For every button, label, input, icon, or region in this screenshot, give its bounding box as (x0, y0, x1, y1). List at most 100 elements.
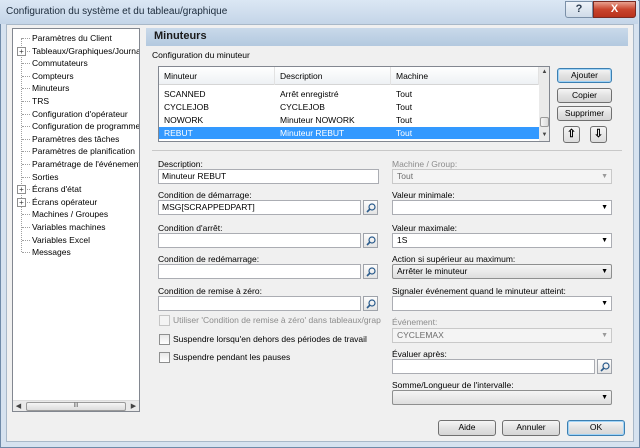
scroll-thumb[interactable]: III (26, 402, 126, 411)
tree-horizontal-scrollbar[interactable]: ◀ III ▶ (13, 400, 139, 411)
min-value-select[interactable]: ▼ (392, 200, 612, 215)
tree-item[interactable]: Tableaux/Graphiques/Journal (32, 45, 139, 57)
stop-condition-input[interactable] (158, 233, 361, 248)
tree-item[interactable]: Configuration de programme (32, 120, 139, 132)
restart-condition-label: Condition de redémarrage: (158, 254, 260, 264)
restart-condition-browse-button[interactable] (363, 264, 378, 279)
tree-connector-line (22, 113, 30, 115)
table-row[interactable]: CYCLEJOB CYCLEJOB Tout (159, 101, 539, 113)
help-button[interactable]: Aide (438, 420, 496, 436)
tree-connector-line (21, 38, 22, 253)
table-row[interactable]: REBUT Minuteur REBUT Tout (159, 127, 539, 139)
table-row[interactable]: SCANNED Arrêt enregistré Tout (159, 88, 539, 100)
magnifier-icon (366, 236, 376, 246)
chevron-down-icon: ▼ (601, 237, 608, 244)
delete-button[interactable]: Supprimer (557, 106, 612, 121)
move-down-icon[interactable]: ⇩ (590, 126, 607, 143)
panel-subtitle: Configuration du minuteur (152, 50, 250, 60)
tree-item[interactable]: Paramètres de planification (32, 145, 135, 157)
tree-item[interactable]: Variables machines (32, 221, 106, 233)
tree-item[interactable]: Minuteurs (32, 82, 69, 94)
action-over-max-select[interactable]: Arrêter le minuteur ▼ (392, 264, 612, 279)
expand-plus-icon[interactable]: + (17, 46, 26, 56)
stop-condition-label: Condition d'arrêt: (158, 223, 223, 233)
use-reset-label: Utiliser 'Condition de remise à zéro' da… (173, 315, 381, 325)
restart-condition-input[interactable] (158, 264, 361, 279)
start-condition-input[interactable]: MSG[SCRAPPEDPART] (158, 200, 361, 215)
signal-event-select[interactable]: ▼ (392, 296, 612, 311)
cancel-button[interactable]: Annuler (502, 420, 560, 436)
evaluate-after-label: Évaluer après: (392, 349, 447, 359)
title-bar[interactable]: Configuration du système et du tableau/g… (0, 0, 638, 24)
tree-item[interactable]: Sorties (32, 171, 58, 183)
use-reset-checkbox[interactable] (159, 315, 170, 326)
config-tree[interactable]: Paramètres du Client + Tableaux/Graphiques… (12, 28, 140, 412)
event-select[interactable]: CYCLEMAX ▼ (392, 328, 612, 343)
tree-item[interactable]: Paramètres du Client (32, 32, 112, 44)
tree-connector-line (22, 138, 30, 140)
table-cell: REBUT (164, 128, 193, 138)
max-value-label: Valeur maximale: (392, 223, 458, 233)
suspend-outside-work-checkbox[interactable] (159, 334, 170, 345)
suspend-breaks-checkbox[interactable] (159, 352, 170, 363)
ok-button[interactable]: OK (567, 420, 625, 436)
tree-item[interactable]: Écrans opérateur (32, 196, 97, 208)
start-condition-browse-button[interactable] (363, 200, 378, 215)
scroll-right-icon[interactable]: ▶ (128, 401, 139, 412)
machine-group-label: Machine / Group: (392, 159, 458, 169)
interval-sum-select[interactable]: ▼ (392, 390, 612, 405)
tree-item[interactable]: Écrans d'état (32, 183, 81, 195)
max-value-select[interactable]: 1S ▼ (392, 233, 612, 248)
column-header-description[interactable]: Description (275, 67, 391, 85)
copy-button[interactable]: Copier (557, 88, 612, 103)
column-header-machine[interactable]: Machine (391, 67, 539, 85)
table-cell: Tout (396, 102, 413, 112)
grid-scroll-thumb[interactable] (540, 117, 549, 127)
magnifier-icon (600, 362, 610, 372)
table-row[interactable]: NOWORK Minuteur NOWORK Tout (159, 114, 539, 126)
expand-plus-icon[interactable]: + (17, 197, 26, 207)
machine-group-select[interactable]: Tout ▼ (392, 169, 612, 184)
tree-item[interactable]: Configuration d'opérateur (32, 108, 128, 120)
reset-condition-input[interactable] (158, 296, 361, 311)
magnifier-icon (366, 299, 376, 309)
close-window-button[interactable]: X (593, 1, 636, 18)
reset-condition-browse-button[interactable] (363, 296, 378, 311)
machine-group-value: Tout (397, 171, 414, 181)
expand-plus-icon[interactable]: + (17, 185, 26, 195)
table-cell: CYCLEJOB (164, 102, 209, 112)
move-up-icon[interactable]: ⇧ (563, 126, 580, 143)
timers-grid[interactable]: Minuteur Description Machine SCANNED Arrê… (158, 66, 550, 142)
add-button[interactable]: Ajouter (557, 68, 612, 83)
magnifier-icon (366, 203, 376, 213)
description-label: Description: (158, 159, 203, 169)
tree-item[interactable]: Variables Excel (32, 234, 90, 246)
stop-condition-browse-button[interactable] (363, 233, 378, 248)
tree-item[interactable]: Compteurs (32, 70, 74, 82)
description-input[interactable]: Minuteur REBUT (158, 169, 379, 184)
help-title-button[interactable]: ? (565, 1, 593, 18)
tree-item[interactable]: TRS (32, 95, 49, 107)
chevron-down-icon: ▼ (601, 300, 608, 307)
tree-connector-line (22, 239, 30, 241)
chevron-down-icon: ▼ (601, 394, 608, 401)
scroll-up-icon[interactable]: ▲ (539, 67, 549, 78)
tree-item[interactable]: Messages (32, 246, 71, 258)
column-header-timer[interactable]: Minuteur (159, 67, 275, 85)
section-divider (152, 150, 622, 151)
table-cell: SCANNED (164, 89, 206, 99)
min-value-label: Valeur minimale: (392, 190, 455, 200)
grid-vertical-scrollbar[interactable]: ▲ ▼ (539, 67, 549, 141)
tree-item[interactable]: Machines / Groupes (32, 208, 108, 220)
interval-sum-label: Somme/Longueur de l'intervalle: (392, 380, 514, 390)
evaluate-after-input[interactable] (392, 359, 595, 374)
suspend-breaks-label: Suspendre pendant les pauses (173, 352, 291, 362)
tree-item[interactable]: Paramètres des tâches (32, 133, 119, 145)
tree-item[interactable]: Commutateurs (32, 57, 88, 69)
evaluate-after-browse-button[interactable] (597, 359, 612, 374)
event-value: CYCLEMAX (397, 330, 444, 340)
scroll-down-icon[interactable]: ▼ (539, 130, 549, 141)
action-over-max-value: Arrêter le minuteur (397, 266, 468, 276)
scroll-left-icon[interactable]: ◀ (13, 401, 24, 412)
tree-item[interactable]: Paramétrage de l'événement (32, 158, 139, 170)
